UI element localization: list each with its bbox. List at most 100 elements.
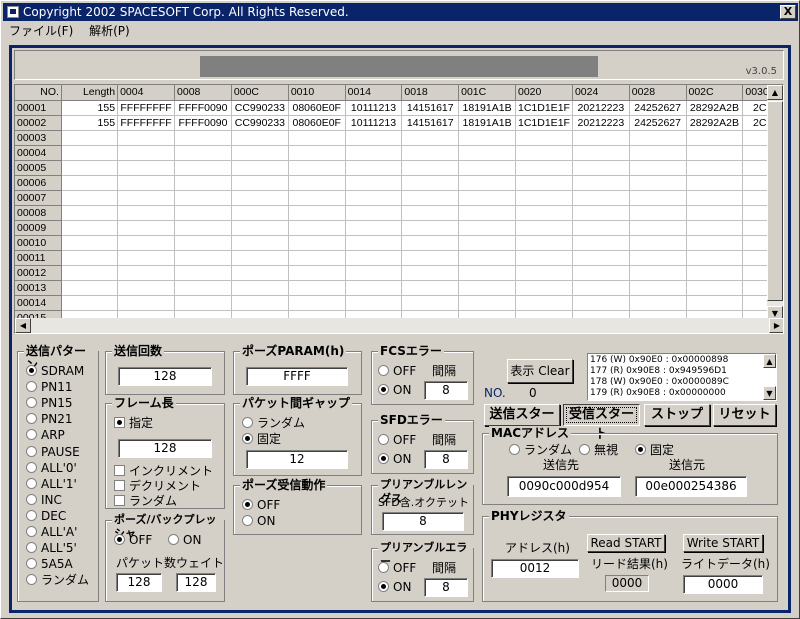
table-cell[interactable] [61,145,119,161]
table-row[interactable]: 00010 [15,235,783,251]
table-cell[interactable] [174,160,232,176]
table-cell[interactable] [629,265,687,281]
table-cell[interactable]: 28292A2B [686,100,744,116]
grid-horizontal-scrollbar[interactable]: ◀ ▶ [15,318,783,333]
table-row[interactable]: 00001 155 FFFFFFFF FFFF0090 CC990233 08060E0F… [15,100,783,116]
table-cell[interactable]: 155 [61,115,119,131]
table-cell[interactable] [174,205,232,221]
table-cell[interactable] [61,220,119,236]
table-cell[interactable] [629,175,687,191]
table-cell[interactable] [458,235,516,251]
table-cell[interactable] [572,235,630,251]
table-cell[interactable] [231,205,289,221]
row-number[interactable]: 00005 [15,160,62,176]
send-start-button[interactable]: 送信スタート [484,404,560,442]
table-cell[interactable]: CC990233 [231,100,289,116]
table-cell[interactable] [686,175,744,191]
table-cell[interactable] [345,205,403,221]
table-cell[interactable] [288,295,346,311]
table-cell[interactable] [515,145,573,161]
sfd-interval-input[interactable]: 8 [424,450,468,469]
ipg-input[interactable]: 12 [246,450,348,469]
mac-dest-input[interactable]: 0090c000d954 [507,476,621,497]
scroll-right-icon[interactable]: ▶ [769,318,783,333]
table-cell[interactable]: FFFFFFFF [117,100,176,116]
table-cell[interactable] [515,295,573,311]
scroll-thumb[interactable] [767,101,783,301]
table-cell[interactable] [288,130,346,146]
send-pattern-option[interactable]: ALL'A' [26,525,77,539]
preamble-on-radio[interactable]: ON [378,580,411,594]
pause-rx-off-radio[interactable]: OFF [242,498,280,512]
table-cell[interactable] [686,250,744,266]
sfd-on-radio[interactable]: ON [378,452,411,466]
mac-fixed-radio[interactable]: 固定 [635,443,674,457]
table-cell[interactable] [61,160,119,176]
table-row[interactable]: 00002 155 FFFFFFFF FFFF0090 CC990233 08060E0F… [15,115,783,131]
table-cell[interactable] [288,265,346,281]
row-number[interactable]: 00010 [15,235,62,251]
table-cell[interactable] [686,265,744,281]
column-header[interactable]: 0008 [174,85,232,101]
reset-button[interactable]: リセット [713,404,776,426]
table-cell[interactable]: 20212223 [572,115,630,131]
row-number[interactable]: 00011 [15,250,62,266]
table-cell[interactable] [572,160,630,176]
increment-checkbox[interactable] [114,465,125,476]
pause-rx-on-radio[interactable]: ON [242,514,275,528]
table-cell[interactable] [401,160,460,176]
row-number[interactable]: 00006 [15,175,62,191]
table-cell[interactable] [515,160,573,176]
row-number[interactable]: 00007 [15,190,62,206]
table-cell[interactable] [458,190,516,206]
table-row[interactable]: 00006 [15,175,783,191]
table-cell[interactable] [458,145,516,161]
table-cell[interactable] [117,220,176,236]
fcs-on-radio[interactable]: ON [378,383,411,397]
table-cell[interactable]: 14151617 [401,115,460,131]
frame-length-increment[interactable]: インクリメント [114,464,213,478]
menu-file[interactable]: ファイル(F) [3,22,79,40]
table-cell[interactable] [61,175,119,191]
row-number[interactable]: 00009 [15,220,62,236]
table-cell[interactable] [345,175,403,191]
table-cell[interactable] [458,220,516,236]
column-header[interactable]: 002C [686,85,744,101]
table-row[interactable]: 00008 [15,205,783,221]
send-pattern-option[interactable]: ALL'5' [26,541,77,555]
table-cell[interactable] [686,220,744,236]
table-cell[interactable] [345,145,403,161]
table-cell[interactable] [401,175,460,191]
row-number[interactable]: 00013 [15,280,62,296]
table-cell[interactable]: FFFF0090 [174,100,232,116]
table-cell[interactable] [117,280,176,296]
table-cell[interactable] [458,295,516,311]
pause-bp-off-radio[interactable]: OFF [114,533,152,547]
table-cell[interactable] [572,130,630,146]
table-cell[interactable] [458,265,516,281]
table-cell[interactable] [401,295,460,311]
table-row[interactable]: 00007 [15,190,783,206]
column-header[interactable]: 0018 [401,85,460,101]
table-row[interactable]: 00012 [15,265,783,281]
table-cell[interactable] [117,175,176,191]
table-cell[interactable] [515,265,573,281]
table-cell[interactable] [61,280,119,296]
table-cell[interactable] [629,145,687,161]
table-cell[interactable] [61,235,119,251]
table-cell[interactable] [686,280,744,296]
table-cell[interactable] [458,280,516,296]
table-cell[interactable] [288,280,346,296]
table-cell[interactable] [515,280,573,296]
table-cell[interactable] [345,295,403,311]
table-cell[interactable] [686,295,744,311]
table-cell[interactable] [117,205,176,221]
table-cell[interactable] [174,130,232,146]
ipg-random-radio[interactable]: ランダム [242,416,305,430]
pause-bp-on-radio[interactable]: ON [168,533,201,547]
table-cell[interactable]: 24252627 [629,100,687,116]
send-pattern-option[interactable]: PN15 [26,396,72,410]
table-cell[interactable] [515,250,573,266]
table-cell[interactable] [629,130,687,146]
sfd-off-radio[interactable]: OFF [378,433,416,447]
